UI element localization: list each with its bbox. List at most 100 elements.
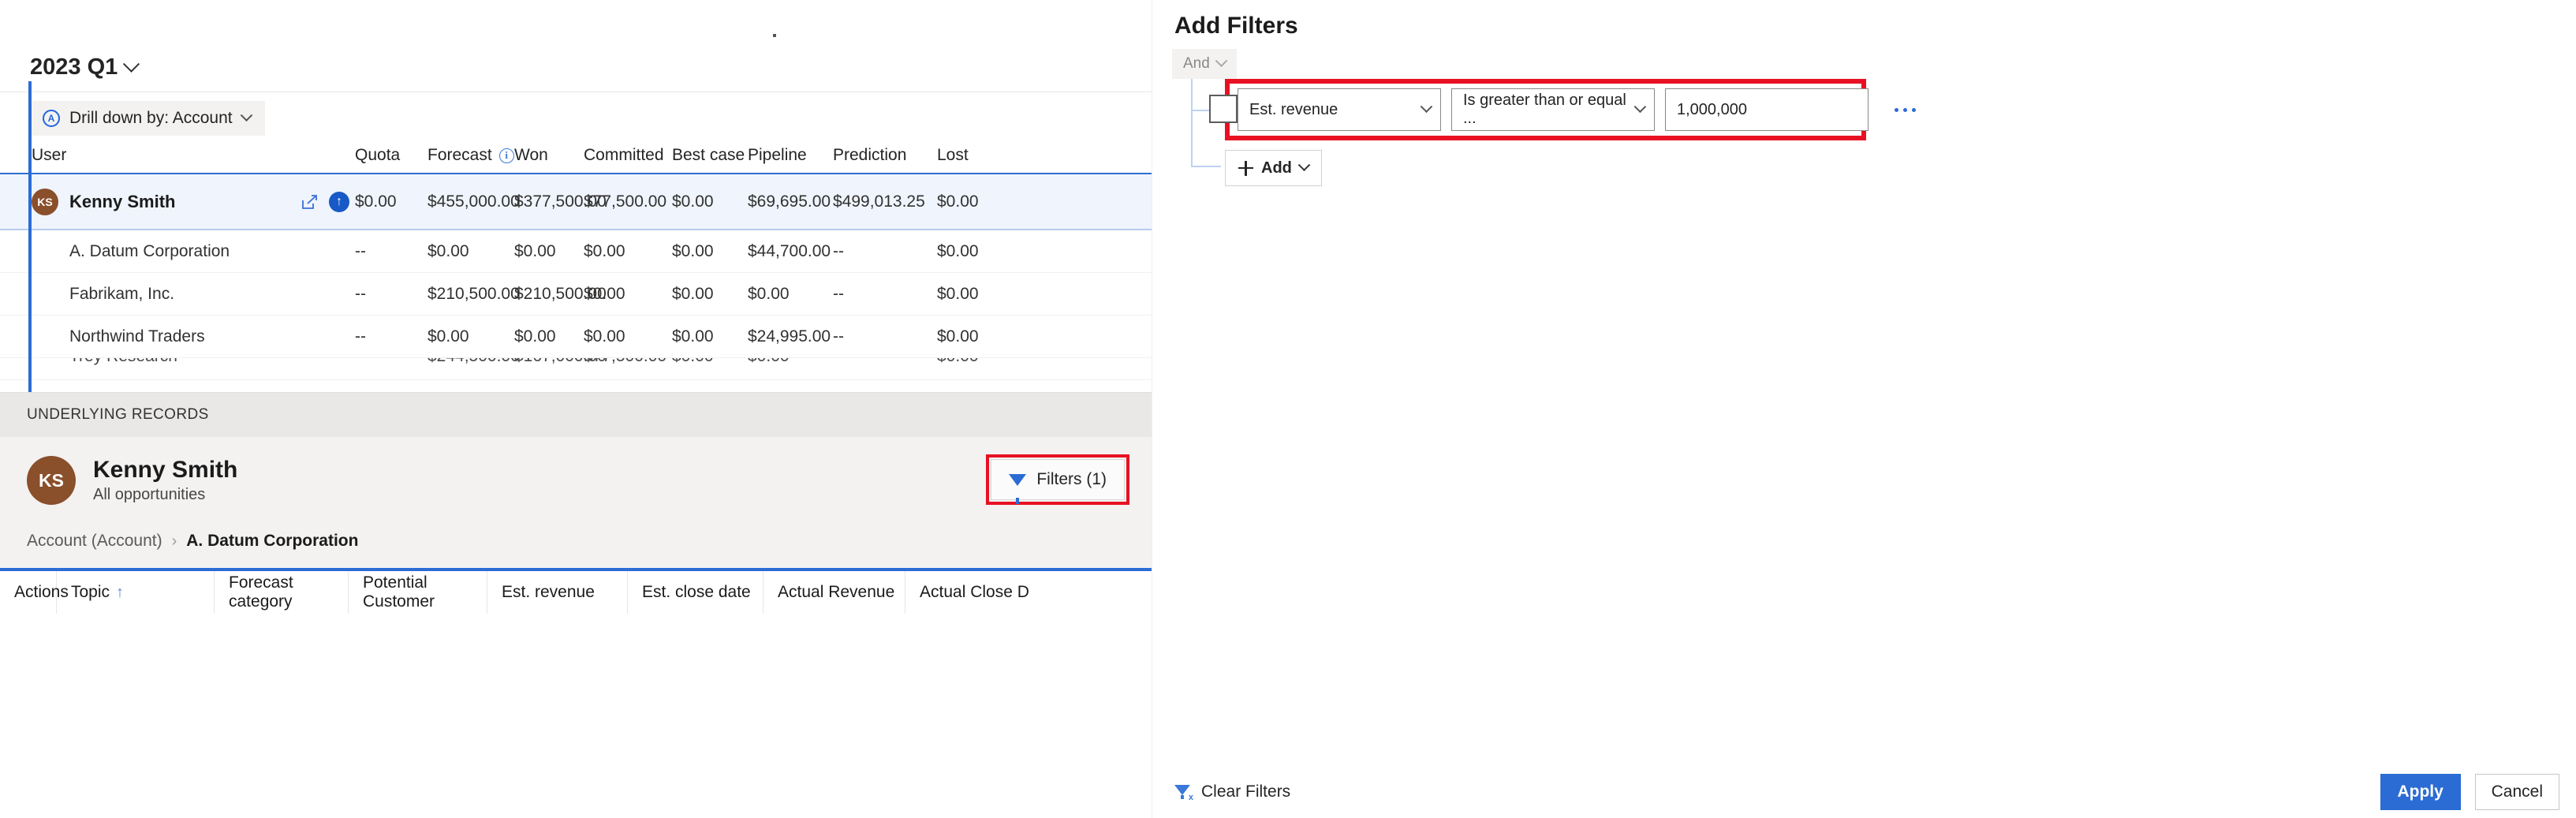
filters-button[interactable]: Filters (1) — [991, 459, 1125, 500]
stray-pixel-artifact — [773, 34, 776, 37]
underlying-records-grid: Actions Topic ↑ Forecast category Potent… — [0, 568, 1152, 818]
chevron-down-icon — [1298, 159, 1311, 171]
cell-lost: $0.00 — [937, 285, 1008, 304]
cancel-button[interactable]: Cancel — [2475, 774, 2559, 810]
footer-actions: Apply Cancel — [2380, 774, 2559, 810]
filter-operator-value: Is greater than or equal ... — [1463, 92, 1636, 128]
underlying-records-panel: UNDERLYING RECORDS KS Kenny Smith All op… — [0, 392, 1152, 818]
column-header-actual-revenue[interactable]: Actual Revenue — [763, 571, 905, 614]
table-row[interactable]: KS Kenny Smith ↑ $0.00 $455,000.00 $377,… — [0, 173, 1152, 230]
chevron-down-icon — [240, 109, 252, 121]
account-cell: Fabrikam, Inc. — [0, 285, 300, 304]
info-icon[interactable]: i — [499, 148, 514, 163]
table-row[interactable]: A. Datum Corporation -- $0.00 $0.00 $0.0… — [0, 230, 1152, 273]
filter-row: Est. revenue Is greater than or equal ..… — [1238, 88, 1923, 131]
column-header-committed[interactable]: Committed — [584, 146, 672, 165]
cell-pipeline: $0.00 — [748, 285, 833, 304]
period-label: 2023 Q1 — [30, 54, 118, 80]
column-header-prediction[interactable]: Prediction — [833, 146, 937, 165]
breadcrumb-parent[interactable]: Account (Account) — [27, 532, 162, 551]
funnel-icon — [1009, 474, 1026, 486]
cell-won: $377,500.00 — [514, 192, 584, 211]
filter-row-checkbox[interactable] — [1209, 95, 1238, 123]
cell-quota: -- — [352, 285, 427, 304]
cell-pipeline: $69,695.00 — [748, 192, 833, 211]
owner-block: Kenny Smith All opportunities — [93, 457, 237, 505]
filter-field-value: Est. revenue — [1249, 101, 1338, 119]
column-header-topic-label: Topic — [71, 583, 110, 602]
column-header-pipeline[interactable]: Pipeline — [748, 146, 833, 165]
underlying-records-strip: UNDERLYING RECORDS — [0, 393, 1152, 437]
column-header-best-case[interactable]: Best case — [672, 146, 748, 165]
cell-best-case: $0.00 — [672, 192, 748, 211]
breadcrumb: Account (Account) › A. Datum Corporation — [0, 524, 1152, 551]
cell-won: $210,500.00 — [514, 285, 584, 304]
cell-forecast: $210,500.00 — [427, 285, 514, 304]
account-name: Northwind Traders — [32, 327, 205, 346]
table-row[interactable]: Trey Research -- $244,500.00 $167,000.00… — [0, 358, 1152, 380]
ellipsis-icon[interactable] — [1887, 94, 1923, 125]
cell-best-case: $0.00 — [672, 242, 748, 261]
cell-lost: $0.00 — [937, 192, 1008, 211]
cell-quota: -- — [352, 242, 427, 261]
period-bar: 2023 Q1 — [0, 43, 1152, 92]
table-row[interactable]: Northwind Traders -- $0.00 $0.00 $0.00 $… — [0, 316, 1152, 358]
tree-connector-vertical — [1191, 79, 1193, 167]
account-circle-icon: A — [43, 110, 60, 127]
add-filter-button[interactable]: Add — [1225, 150, 1322, 186]
cell-won: $0.00 — [514, 327, 584, 346]
tree-connector-horizontal — [1191, 166, 1221, 167]
column-header-topic[interactable]: Topic ↑ — [57, 571, 215, 614]
share-icon[interactable] — [300, 192, 319, 211]
avatar: KS — [32, 189, 58, 215]
arrow-up-circle-icon[interactable]: ↑ — [329, 192, 349, 212]
period-selector[interactable]: 2023 Q1 — [30, 54, 137, 80]
column-header-forecast[interactable]: Forecast i — [427, 146, 514, 165]
cell-best-case: $0.00 — [672, 327, 748, 346]
column-header-actual-close-date[interactable]: Actual Close D — [905, 571, 1047, 614]
avatar: KS — [27, 456, 76, 505]
cell-quota: -- — [352, 327, 427, 346]
cell-prediction: -- — [833, 358, 937, 366]
filters-highlight-box: Filters (1) — [986, 454, 1129, 505]
clear-filters-button[interactable]: x Clear Filters — [1174, 783, 1290, 801]
funnel-clear-icon: x — [1174, 783, 1192, 801]
column-header-lost[interactable]: Lost — [937, 146, 1008, 165]
drilldown-by-account-button[interactable]: A Drill down by: Account — [30, 101, 265, 136]
cell-quota: $0.00 — [352, 192, 427, 211]
column-header-potential-customer[interactable]: Potential Customer — [349, 571, 487, 614]
account-name: Trey Research — [32, 358, 177, 366]
underlying-grid-header: Actions Topic ↑ Forecast category Potent… — [0, 571, 1152, 614]
cell-forecast: $455,000.00 — [427, 192, 514, 211]
cell-forecast: $0.00 — [427, 242, 514, 261]
forecast-grid: User Quota Forecast i Won Committed Best… — [0, 138, 1152, 380]
app-root: 2023 Q1 A Drill down by: Account User Qu… — [0, 0, 2576, 818]
group-operator-label: And — [1183, 55, 1210, 73]
column-header-actions[interactable]: Actions — [0, 571, 57, 614]
filter-operator-dropdown[interactable]: Is greater than or equal ... — [1451, 88, 1655, 131]
column-header-user[interactable]: User — [0, 146, 300, 165]
account-name: A. Datum Corporation — [32, 242, 230, 261]
account-cell: Trey Research — [0, 358, 300, 366]
apply-button[interactable]: Apply — [2380, 774, 2461, 810]
filter-value-input[interactable] — [1665, 88, 1869, 131]
cell-best-case: $0.00 — [672, 358, 748, 366]
cell-won: $0.00 — [514, 242, 584, 261]
drilldown-label: Drill down by: Account — [69, 109, 233, 128]
column-header-est-revenue[interactable]: Est. revenue — [487, 571, 628, 614]
add-filters-footer: x Clear Filters Apply Cancel — [1152, 766, 2576, 818]
drilldown-row: A Drill down by: Account — [0, 99, 1152, 138]
cell-pipeline: $44,700.00 — [748, 242, 833, 261]
forecast-pane: 2023 Q1 A Drill down by: Account User Qu… — [0, 0, 1152, 818]
owner-name: Kenny Smith — [93, 457, 237, 484]
cell-best-case: $0.00 — [672, 285, 748, 304]
filter-field-dropdown[interactable]: Est. revenue — [1238, 88, 1441, 131]
column-header-won[interactable]: Won — [514, 146, 584, 165]
group-operator-dropdown[interactable]: And — [1172, 49, 1237, 79]
cell-committed: $0.00 — [584, 285, 672, 304]
table-row[interactable]: Fabrikam, Inc. -- $210,500.00 $210,500.0… — [0, 273, 1152, 316]
column-header-quota[interactable]: Quota — [352, 146, 427, 165]
column-header-est-close-date[interactable]: Est. close date — [628, 571, 763, 614]
cell-prediction: -- — [833, 242, 937, 261]
column-header-forecast-category[interactable]: Forecast category — [215, 571, 349, 614]
